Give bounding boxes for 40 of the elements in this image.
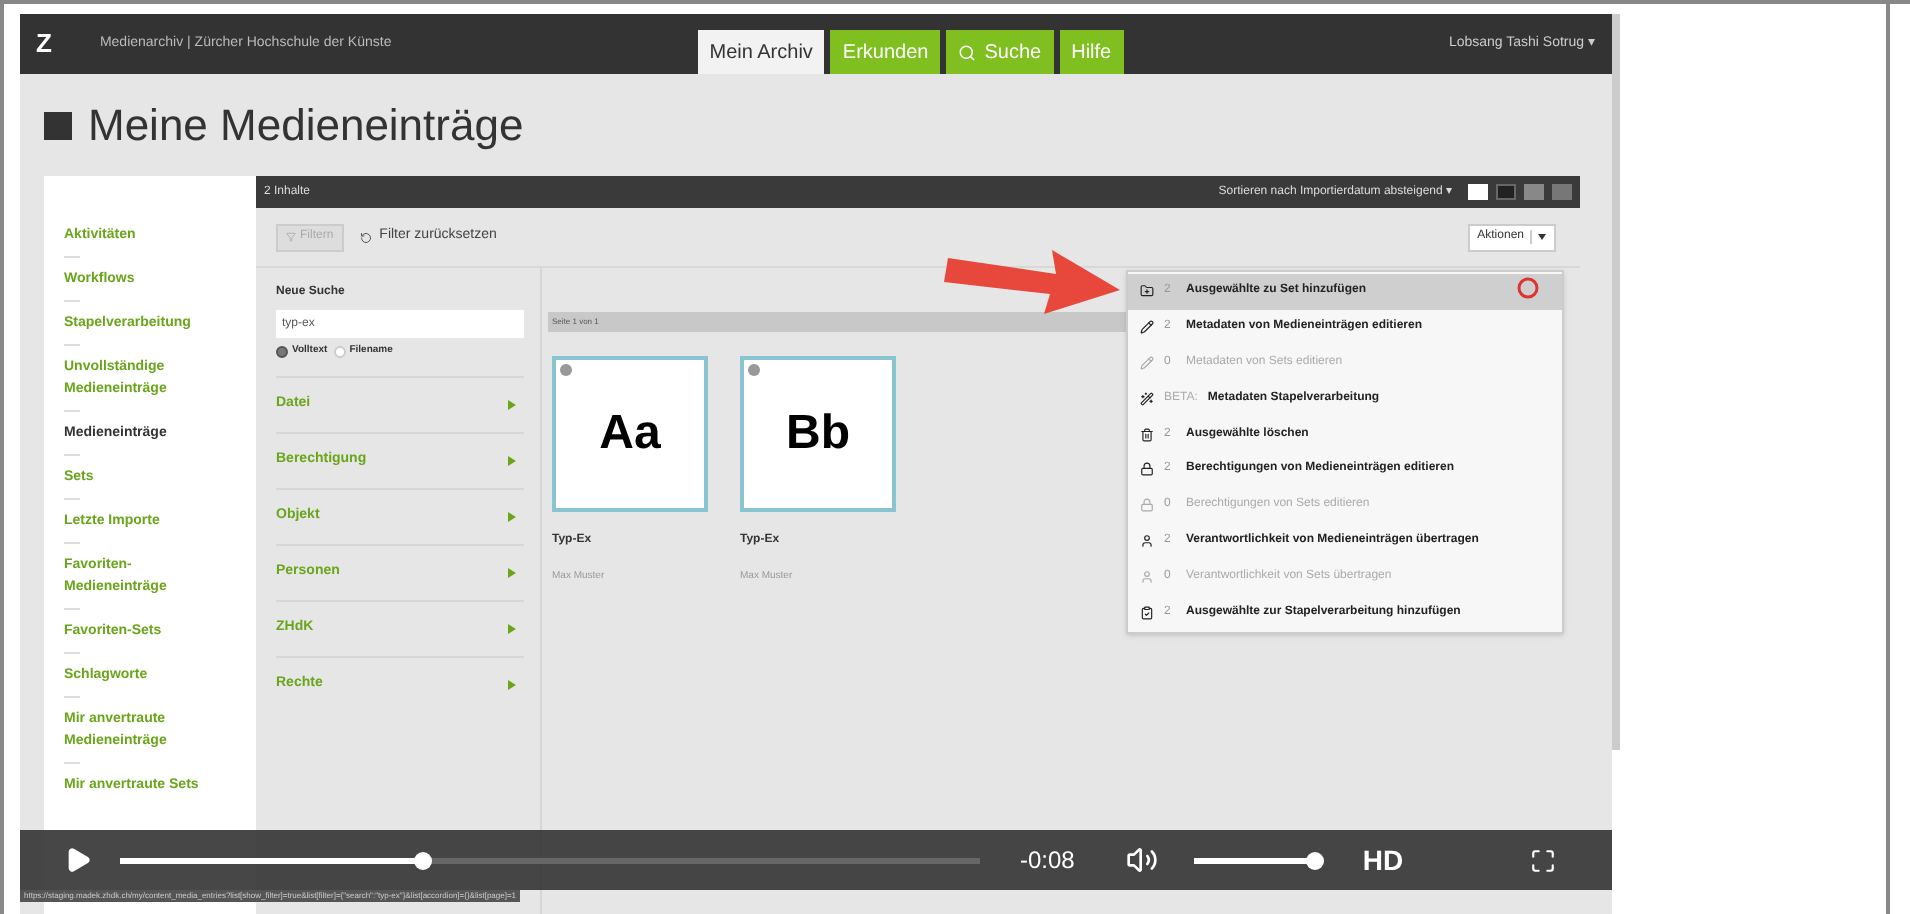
triangle-icon bbox=[508, 455, 516, 465]
search-icon bbox=[958, 43, 977, 61]
triangle-icon bbox=[508, 623, 516, 633]
filter-icon bbox=[286, 232, 296, 242]
triangle-icon bbox=[508, 399, 516, 409]
progress-handle[interactable] bbox=[413, 851, 431, 869]
lock-icon bbox=[1140, 462, 1154, 477]
volume-icon[interactable] bbox=[1126, 844, 1159, 876]
nav-tab[interactable]: Suche bbox=[946, 30, 1054, 74]
reset-icon bbox=[359, 231, 372, 243]
nav-tab[interactable]: Mein Archiv bbox=[697, 30, 825, 74]
logo[interactable]: Z bbox=[36, 24, 52, 64]
time-remaining: -0:08 bbox=[1020, 844, 1075, 878]
person-icon bbox=[1140, 569, 1154, 584]
nav-tab[interactable]: Erkunden bbox=[830, 30, 941, 74]
cursor-icon bbox=[1516, 276, 1540, 300]
fullscreen-icon[interactable] bbox=[1530, 847, 1556, 873]
square-icon bbox=[44, 111, 72, 139]
pencil-icon bbox=[1140, 355, 1154, 370]
nav-tab[interactable]: Hilfe bbox=[1059, 30, 1124, 74]
thumbnail[interactable]: Bb bbox=[740, 356, 896, 512]
page-title: Meine Medieneinträge bbox=[88, 98, 524, 154]
hd-button[interactable]: HD bbox=[1362, 839, 1404, 881]
progress-track[interactable] bbox=[120, 857, 980, 863]
thumbnail[interactable]: Aa bbox=[552, 356, 708, 512]
lock-icon bbox=[1140, 498, 1154, 513]
clipboard-icon bbox=[1140, 605, 1154, 620]
radio-button[interactable] bbox=[276, 345, 288, 358]
trash-icon bbox=[1140, 427, 1154, 442]
tiles-view-icon[interactable] bbox=[1496, 184, 1516, 200]
folder-plus-icon bbox=[1140, 284, 1154, 299]
person-icon bbox=[1140, 533, 1154, 548]
triangle-icon bbox=[508, 511, 516, 521]
play-button[interactable] bbox=[64, 846, 92, 874]
triangle-icon bbox=[508, 567, 516, 577]
wand-icon bbox=[1140, 391, 1154, 406]
volume-handle[interactable] bbox=[1306, 851, 1325, 869]
triangle-icon bbox=[508, 679, 516, 689]
caret-icon bbox=[1538, 234, 1546, 240]
pencil-icon bbox=[1140, 320, 1154, 335]
